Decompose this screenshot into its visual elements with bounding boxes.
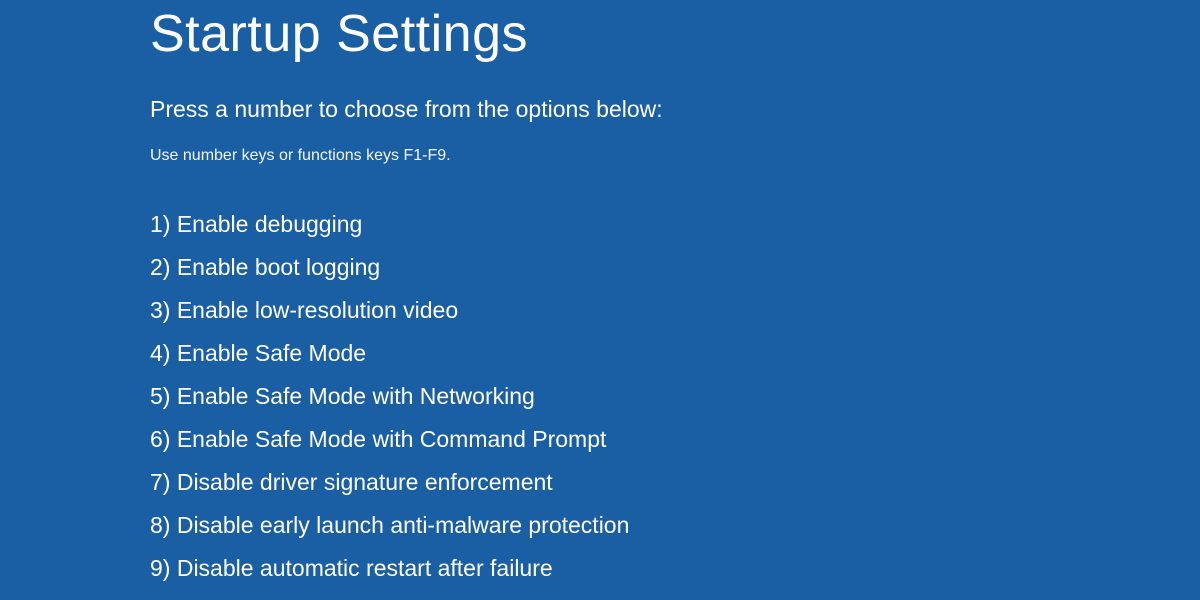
options-list: 1) Enable debugging 2) Enable boot loggi… <box>150 209 1200 584</box>
option-disable-early-launch-anti-malware[interactable]: 8) Disable early launch anti-malware pro… <box>150 510 1200 541</box>
option-enable-safe-mode-networking[interactable]: 5) Enable Safe Mode with Networking <box>150 381 1200 412</box>
option-disable-automatic-restart[interactable]: 9) Disable automatic restart after failu… <box>150 553 1200 584</box>
option-enable-safe-mode[interactable]: 4) Enable Safe Mode <box>150 338 1200 369</box>
option-enable-boot-logging[interactable]: 2) Enable boot logging <box>150 252 1200 283</box>
hint-text: Use number keys or functions keys F1-F9. <box>150 147 1200 165</box>
option-disable-driver-signature-enforcement[interactable]: 7) Disable driver signature enforcement <box>150 467 1200 498</box>
page-title: Startup Settings <box>150 4 1200 64</box>
option-enable-debugging[interactable]: 1) Enable debugging <box>150 209 1200 240</box>
instruction-text: Press a number to choose from the option… <box>150 96 1200 123</box>
option-enable-safe-mode-command-prompt[interactable]: 6) Enable Safe Mode with Command Prompt <box>150 424 1200 455</box>
option-enable-low-resolution-video[interactable]: 3) Enable low-resolution video <box>150 295 1200 326</box>
